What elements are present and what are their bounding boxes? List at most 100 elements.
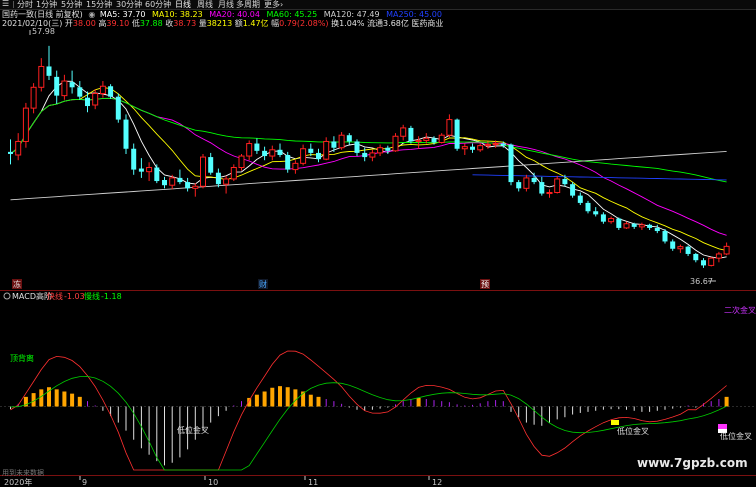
candle-body xyxy=(516,182,522,189)
candle-body xyxy=(616,218,622,228)
candle-body xyxy=(415,139,422,142)
candlestick-series xyxy=(8,45,730,268)
axis-month-label: 11 xyxy=(308,478,318,487)
candle-body xyxy=(708,257,715,266)
macd-bar xyxy=(316,396,321,407)
indicator-settings-icon[interactable] xyxy=(3,292,11,300)
candle-body xyxy=(670,241,676,249)
candle-body xyxy=(662,231,668,242)
macd-bar xyxy=(270,387,275,407)
candle-body xyxy=(546,192,553,195)
macd-bar xyxy=(416,397,421,407)
candle-body xyxy=(208,157,214,173)
annotation-low-golden-cross: 低位金叉 xyxy=(177,425,209,435)
candle-body xyxy=(30,86,37,109)
macd-title: MACD高阶 xyxy=(12,291,52,301)
candle-body xyxy=(693,253,699,261)
candle-body xyxy=(593,211,599,215)
candle-body xyxy=(92,93,99,106)
candle-body xyxy=(600,214,606,222)
annotation-second-golden-cross: 二次金叉 xyxy=(724,305,756,315)
macd-bar xyxy=(262,391,267,407)
candle-body xyxy=(185,182,191,189)
candle-body xyxy=(246,143,253,157)
candle-body xyxy=(577,195,583,203)
candle-body xyxy=(15,140,22,156)
candle-body xyxy=(492,143,499,146)
candle-body xyxy=(715,253,722,259)
candle-body xyxy=(431,138,437,143)
event-marker-finance[interactable]: 财 xyxy=(259,279,267,289)
macd-histogram xyxy=(10,386,729,466)
macd-bar xyxy=(77,396,82,407)
candle-body xyxy=(269,149,276,157)
candle-body xyxy=(223,178,230,185)
candle-body xyxy=(446,119,453,136)
candle-body xyxy=(508,144,514,183)
candle-body xyxy=(169,177,176,186)
candle-body xyxy=(531,177,537,183)
candle-body xyxy=(554,178,561,193)
macd-bar xyxy=(31,393,36,407)
candle-body xyxy=(292,162,299,171)
candle-body xyxy=(262,150,268,157)
candle-body xyxy=(215,172,221,185)
candle-body xyxy=(338,134,345,149)
candle-body xyxy=(631,223,637,227)
kline-chart[interactable]: 57.98 36.67 冻 财 预 MACD高阶 快线 -1.03 慢线 -1.… xyxy=(0,0,756,487)
candle-body xyxy=(254,143,260,151)
candle-body xyxy=(654,227,660,232)
candle-body xyxy=(108,86,114,97)
candle-body xyxy=(408,127,414,142)
candle-body xyxy=(154,167,160,182)
macd-bar xyxy=(70,393,75,407)
candle-body xyxy=(69,82,75,88)
golden-cross-marker xyxy=(718,424,727,429)
golden-cross-marker xyxy=(611,420,619,425)
candle-body xyxy=(523,177,530,189)
candle-body xyxy=(22,107,29,142)
axis-month-label: 12 xyxy=(432,478,442,487)
candle-body xyxy=(177,177,183,183)
event-marker-freeze[interactable]: 冻 xyxy=(13,279,21,289)
event-marker-forecast[interactable]: 预 xyxy=(481,279,489,289)
macd-bar xyxy=(278,386,282,407)
annotation-low-golden-cross: 低位金叉 xyxy=(720,431,752,441)
axis-month-label: 10 xyxy=(208,478,218,487)
candle-body xyxy=(300,148,307,164)
macd-fast-label: 快线 xyxy=(47,291,63,301)
candle-body xyxy=(400,127,407,137)
candle-body xyxy=(470,146,475,150)
macd-bar xyxy=(62,391,67,407)
macd-bar xyxy=(39,389,44,407)
candle-body xyxy=(323,140,330,160)
macd-fast-value: -1.03 xyxy=(64,292,85,301)
future-data-caption: 用到未来数据 xyxy=(2,468,44,477)
candle-body xyxy=(131,148,137,170)
macd-slow-line xyxy=(10,375,727,471)
candle-body xyxy=(585,202,591,212)
candle-body xyxy=(115,96,121,120)
candle-body xyxy=(238,155,245,169)
candle-body xyxy=(369,152,376,158)
candle-body xyxy=(484,144,491,147)
candle-body xyxy=(608,218,615,223)
annotation-top-divergence: 顶背离 xyxy=(10,353,34,363)
candle-body xyxy=(331,141,337,148)
candle-body xyxy=(85,97,90,107)
candle-body xyxy=(362,152,368,158)
candle-body xyxy=(46,66,52,76)
candle-body xyxy=(308,148,314,153)
candle-body xyxy=(38,65,45,88)
candle-body xyxy=(623,223,630,229)
candle-body xyxy=(346,135,352,142)
candle-body xyxy=(285,155,291,170)
macd-bar xyxy=(724,396,729,407)
candle-body xyxy=(570,184,576,196)
candle-body xyxy=(477,145,484,151)
candle-body xyxy=(385,147,391,151)
candle-body xyxy=(200,156,206,187)
ma120-line xyxy=(10,150,727,201)
candle-body xyxy=(354,141,360,153)
candle-body xyxy=(647,224,653,228)
